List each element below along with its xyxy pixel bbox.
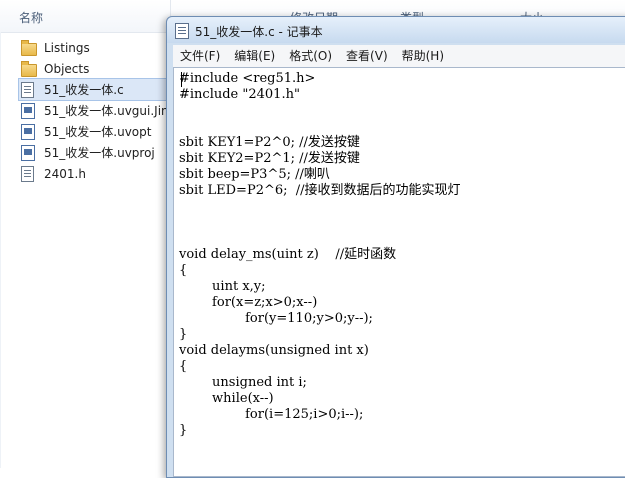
- file-name: 51_收发一体.uvproj: [44, 146, 155, 160]
- list-item[interactable]: 51_收发一体.uvopt: [19, 121, 169, 142]
- text-file-icon: [21, 165, 34, 182]
- text-file-icon: [21, 81, 34, 98]
- file-name: 51_收发一体.uvopt: [44, 125, 152, 139]
- window-title: 51_收发一体.c - 记事本: [195, 25, 323, 39]
- file-name: Objects: [44, 61, 90, 76]
- notepad-icon[interactable]: [175, 23, 189, 39]
- menu-bar: 文件(F) 编辑(E) 格式(O) 查看(V) 帮助(H): [173, 45, 625, 68]
- title-bar[interactable]: 51_收发一体.c - 记事本: [167, 17, 625, 43]
- editor-content[interactable]: #include <reg51.h> #include "2401.h" sbi…: [174, 68, 625, 439]
- file-list: Listings Objects 51_收发一体.c 51_收发一体.uvgui…: [18, 37, 170, 184]
- list-item[interactable]: Objects: [19, 58, 169, 79]
- menu-help[interactable]: 帮助(H): [395, 46, 451, 66]
- uvision-file-icon: [21, 144, 35, 161]
- column-header-name[interactable]: 名称: [19, 9, 43, 26]
- file-name: 51_收发一体.uvgui.Jing: [44, 104, 169, 118]
- list-item[interactable]: Listings: [19, 37, 169, 58]
- notepad-window: 51_收发一体.c - 记事本 文件(F) 编辑(E) 格式(O) 查看(V) …: [166, 16, 625, 478]
- uvision-file-icon: [21, 102, 35, 119]
- file-name: Listings: [44, 40, 90, 55]
- file-name: 51_收发一体.c: [44, 83, 124, 97]
- list-item-selected[interactable]: 51_收发一体.c: [18, 78, 170, 101]
- file-name: 2401.h: [44, 166, 86, 181]
- menu-format[interactable]: 格式(O): [282, 46, 339, 66]
- menu-file[interactable]: 文件(F): [173, 46, 227, 66]
- list-item[interactable]: 51_收发一体.uvproj: [19, 142, 169, 163]
- uvision-file-icon: [21, 123, 35, 140]
- menu-view[interactable]: 查看(V): [339, 46, 395, 66]
- left-edge: [0, 32, 1, 468]
- text-caret: [181, 72, 182, 87]
- folder-icon: [21, 39, 37, 56]
- menu-edit[interactable]: 编辑(E): [227, 46, 282, 66]
- list-item[interactable]: 2401.h: [19, 163, 169, 184]
- text-editor[interactable]: #include <reg51.h> #include "2401.h" sbi…: [173, 67, 625, 477]
- list-item[interactable]: 51_收发一体.uvgui.Jing: [19, 100, 169, 121]
- folder-icon: [21, 60, 37, 77]
